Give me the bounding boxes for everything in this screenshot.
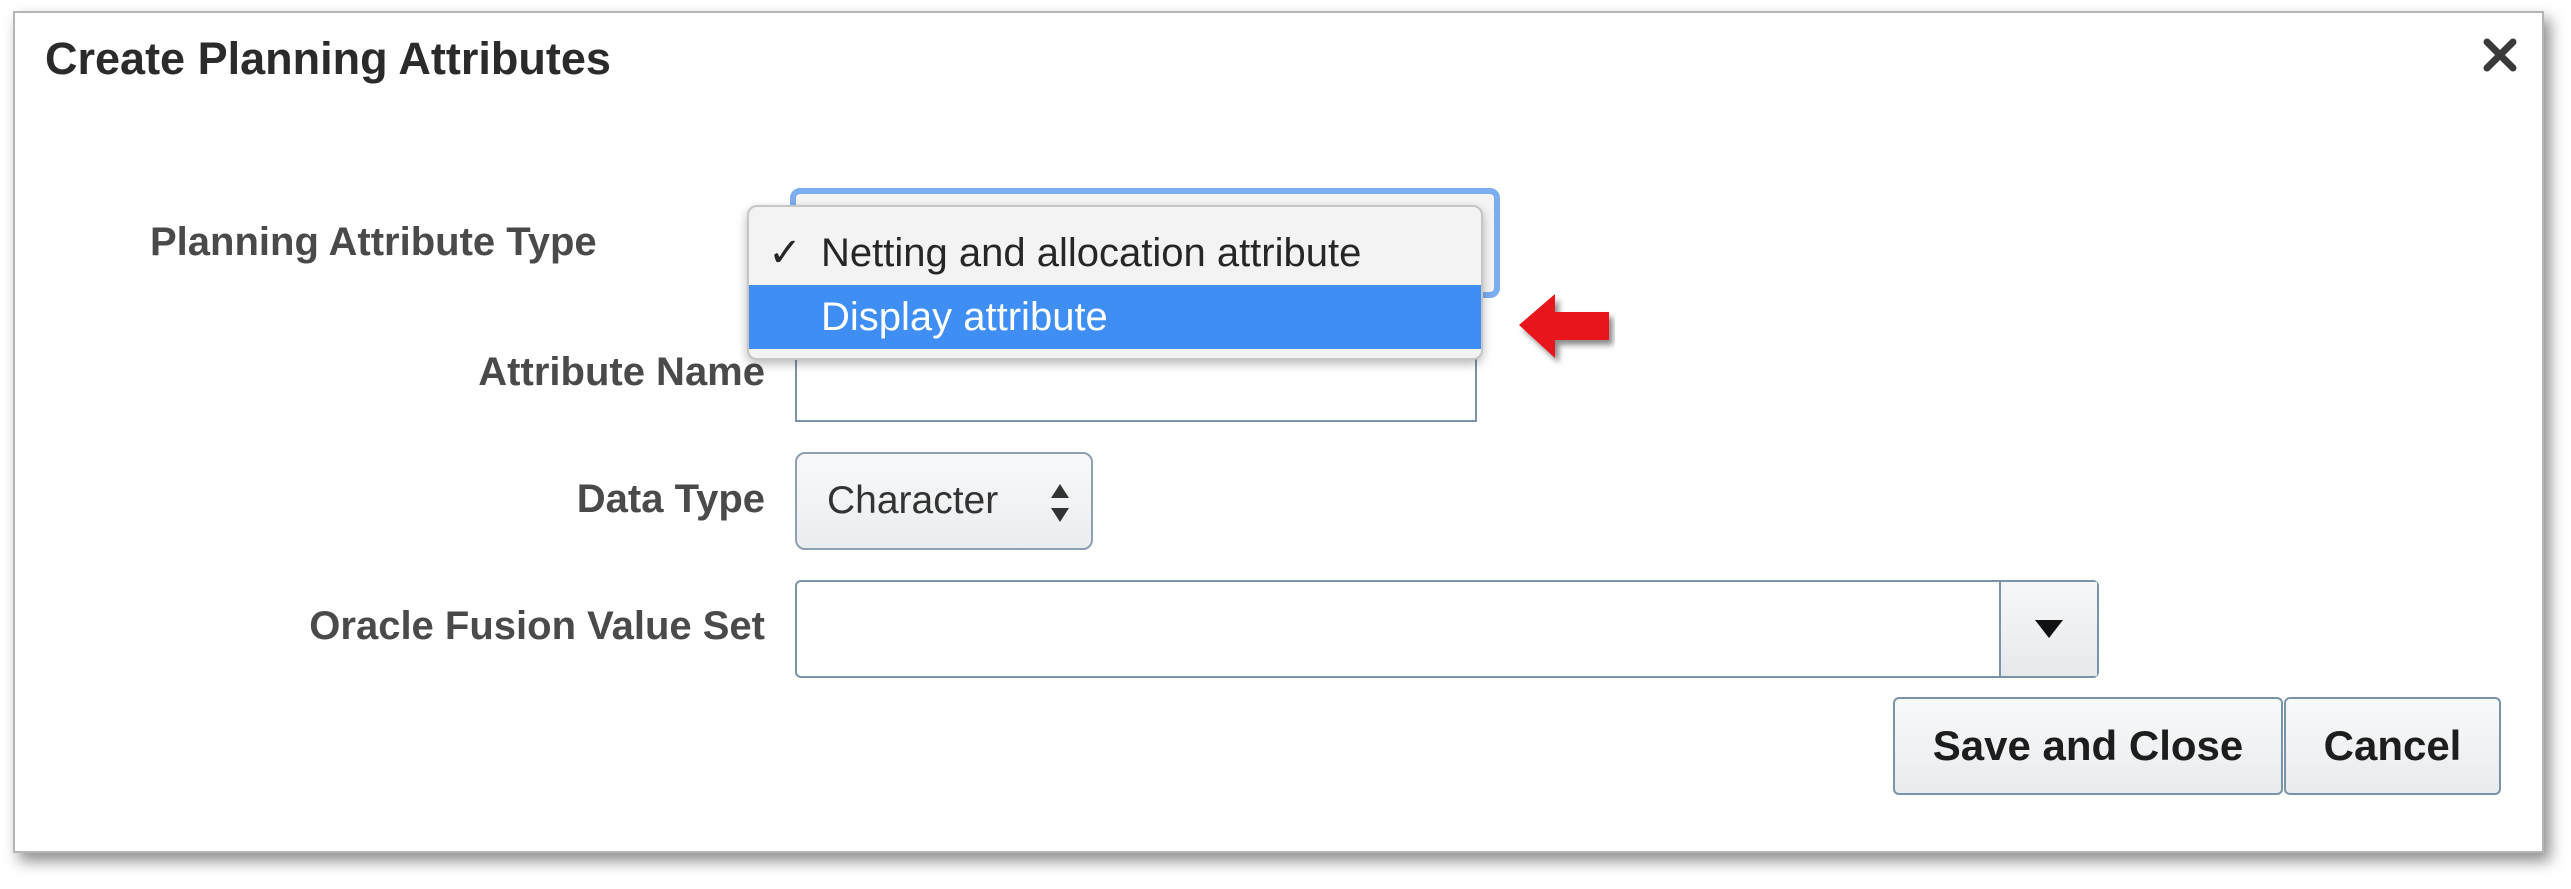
data-type-select[interactable]: Character (795, 452, 1093, 550)
value-set-dropdown-button[interactable] (1999, 582, 2097, 676)
planning-attribute-type-dropdown: ✓ Netting and allocation attribute Displ… (747, 205, 1483, 360)
close-icon (2483, 38, 2517, 72)
option-display-attribute[interactable]: Display attribute (749, 285, 1481, 349)
data-type-value: Character (827, 479, 999, 522)
option-label: Display attribute (821, 294, 1108, 339)
save-and-close-button[interactable]: Save and Close (1893, 697, 2283, 795)
option-label: Netting and allocation attribute (821, 230, 1362, 275)
attribute-name-label: Attribute Name (478, 350, 765, 394)
close-button[interactable] (2470, 25, 2530, 85)
option-netting-and-allocation[interactable]: ✓ Netting and allocation attribute (749, 221, 1481, 285)
data-type-label: Data Type (576, 477, 765, 521)
value-set-label: Oracle Fusion Value Set (309, 604, 765, 648)
checkmark-icon: ✓ (768, 231, 802, 275)
value-set-combobox[interactable] (795, 580, 2099, 678)
cancel-button[interactable]: Cancel (2284, 697, 2501, 795)
red-arrow-icon (1519, 294, 1609, 358)
dialog-title: Create Planning Attributes (45, 33, 611, 84)
chevron-down-icon (2035, 620, 2063, 638)
select-arrows-icon (1051, 484, 1069, 522)
planning-attribute-type-label: Planning Attribute Type (150, 220, 597, 264)
